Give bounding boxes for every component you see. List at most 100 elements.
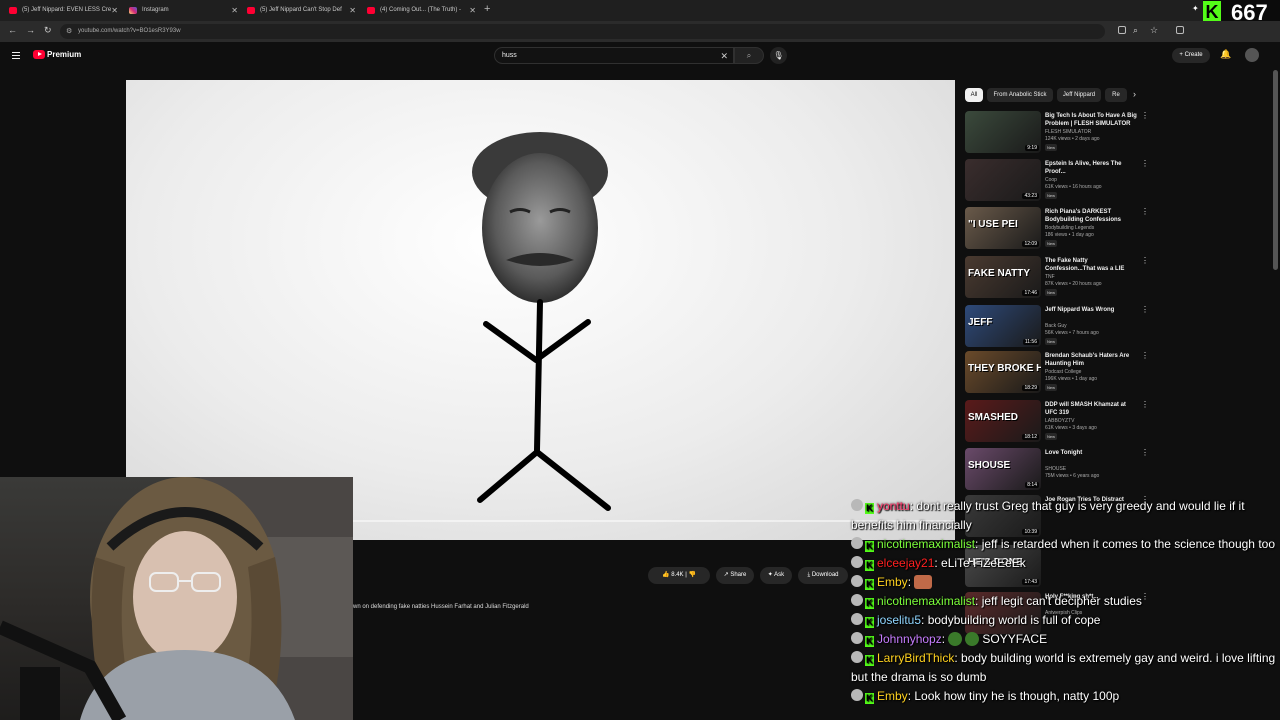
browser-tab[interactable]: Instagram ✕ — [122, 3, 240, 18]
browser-tab[interactable]: (5) Jeff Nippard: EVEN LESS Cre ✕ — [2, 3, 120, 18]
more-options-icon[interactable]: ⋮ — [1141, 351, 1149, 360]
video-title[interactable]: Rich Piana's DARKEST Bodybuilding Confes… — [1045, 208, 1139, 224]
page-scrollbar[interactable] — [1273, 70, 1278, 270]
clear-search-icon[interactable]: ✕ — [720, 48, 728, 64]
more-options-icon[interactable]: ⋮ — [1141, 111, 1149, 120]
like-dislike-button[interactable]: 👍 8.4K | 👎 — [648, 567, 710, 584]
video-thumbnail[interactable]: "I USE PEI 12:09 — [965, 207, 1041, 249]
youtube-logo-icon[interactable] — [33, 50, 45, 59]
chat-message: K Emby: — [848, 573, 1280, 592]
close-tab-icon[interactable]: ✕ — [469, 3, 476, 18]
chat-message: K Johnnyhopz: SOYYFACE — [848, 630, 1280, 649]
chat-username[interactable]: Emby — [877, 575, 908, 589]
channel-name: SHOUSE — [1045, 466, 1067, 472]
video-meta: 61K views • 16 hours ago — [1045, 184, 1102, 190]
chat-username[interactable]: Johnnyhopz — [877, 632, 942, 646]
video-title[interactable]: Love Tonight — [1045, 449, 1139, 457]
more-options-icon[interactable]: ⋮ — [1141, 159, 1149, 168]
browser-tab[interactable]: (5) Jeff Nippard Can't Stop Def ✕ — [240, 3, 358, 18]
extension-icon[interactable] — [1176, 26, 1184, 34]
channel-name: Coop — [1045, 177, 1057, 183]
more-options-icon[interactable]: ⋮ — [1141, 305, 1149, 314]
new-badge: New — [1045, 144, 1058, 151]
chat-username[interactable]: elceejay21 — [877, 556, 934, 570]
video-thumbnail[interactable]: 43:23 — [965, 159, 1041, 201]
video-title[interactable]: Brendan Schaub's Haters Are Haunting Him — [1045, 352, 1139, 368]
chip-all[interactable]: All — [965, 88, 983, 102]
recommended-video[interactable]: "I USE PEI 12:09 Rich Piana's DARKEST Body… — [965, 207, 1149, 251]
chat-username[interactable]: nicotinemaximalist — [877, 594, 975, 608]
ask-button[interactable]: ✦ Ask — [760, 567, 792, 584]
notifications-bell-icon[interactable]: 🔔 — [1220, 49, 1231, 60]
video-title[interactable]: The Fake Natty Confession...That was a L… — [1045, 257, 1139, 273]
search-icon: ⌕ — [746, 51, 752, 60]
more-options-icon[interactable]: ⋮ — [1141, 448, 1149, 457]
chat-username[interactable]: nicotinemaximalist — [877, 537, 975, 551]
video-thumbnail[interactable]: SMASHED 18:12 — [965, 400, 1041, 442]
recommended-video[interactable]: THEY BROKE HIM 18:29 Brendan Schaub's Hate… — [965, 351, 1149, 395]
chat-username[interactable]: yonttu — [877, 499, 910, 513]
video-title[interactable]: DDP will SMASH Khamzat at UFC 319 — [1045, 401, 1139, 417]
recommended-video[interactable]: FAKE NATTY 17:46 The Fake Natty Confession… — [965, 256, 1149, 300]
video-thumbnail[interactable]: 9:19 — [965, 111, 1041, 153]
share-button[interactable]: ↗ Share — [716, 567, 754, 584]
youtube-premium-label[interactable]: Premium — [47, 50, 81, 59]
forward-icon[interactable]: → — [26, 25, 35, 35]
close-tab-icon[interactable]: ✕ — [349, 3, 356, 18]
video-description[interactable]: wn on defending fake natties Hussein Far… — [353, 604, 529, 610]
hamburger-menu-icon[interactable] — [12, 52, 20, 59]
new-tab-icon[interactable]: + — [484, 3, 490, 15]
video-thumbnail[interactable]: FAKE NATTY 17:46 — [965, 256, 1041, 298]
kick-badge-icon: K — [865, 693, 874, 704]
create-button[interactable]: + Create — [1172, 48, 1210, 63]
recommended-video[interactable]: JEFF 11:56 Jeff Nippard Was Wrong Back Guy 5… — [965, 305, 1149, 349]
site-info-icon[interactable]: ⚙ — [66, 24, 72, 39]
video-thumbnail[interactable]: JEFF 11:56 — [965, 305, 1041, 347]
download-button[interactable]: ⤓ Download — [798, 567, 848, 584]
close-tab-icon[interactable]: ✕ — [111, 3, 118, 18]
emote-icon — [914, 575, 933, 589]
close-tab-icon[interactable]: ✕ — [231, 3, 238, 18]
video-title[interactable]: Big Tech Is About To Have A Big Problem … — [1045, 112, 1139, 128]
video-duration: 8:14 — [1025, 482, 1039, 488]
thumbs-down-icon: | 👎 — [685, 572, 696, 578]
url-bar[interactable]: ⚙ youtube.com/watch?v=BO1esR3Y93w — [60, 24, 1105, 39]
cast-icon[interactable] — [1118, 26, 1126, 34]
voice-search-button[interactable]: 🎙 — [770, 47, 787, 64]
chip-from-channel[interactable]: From Anabolic Stick — [987, 88, 1053, 102]
chat-username[interactable]: LarryBirdThick — [877, 651, 954, 665]
recommended-video[interactable]: 9:19 Big Tech Is About To Have A Big Prob… — [965, 111, 1149, 155]
video-title[interactable]: Epstein Is Alive, Heres The Proof... — [1045, 160, 1139, 176]
video-player[interactable] — [126, 80, 955, 540]
video-title[interactable]: Jeff Nippard Was Wrong — [1045, 306, 1139, 314]
video-thumbnail[interactable]: THEY BROKE HIM 18:29 — [965, 351, 1041, 393]
back-icon[interactable]: ← — [8, 25, 17, 35]
kick-badge-icon: K — [865, 636, 874, 647]
recommended-video[interactable]: SMASHED 18:12 DDP will SMASH Khamzat at UF… — [965, 400, 1149, 444]
video-thumbnail[interactable]: SHOUSE 8:14 — [965, 448, 1041, 490]
zoom-icon[interactable]: ⌕ — [1133, 25, 1138, 36]
chat-username[interactable]: joselitu5 — [877, 613, 921, 627]
search-input[interactable]: huss ✕ — [494, 47, 734, 64]
more-options-icon[interactable]: ⋮ — [1141, 207, 1149, 216]
stick-body — [534, 299, 543, 453]
video-duration: 43:23 — [1022, 193, 1039, 199]
chip-related[interactable]: Re — [1105, 88, 1127, 102]
more-options-icon[interactable]: ⋮ — [1141, 400, 1149, 409]
stick-legs — [477, 449, 611, 511]
recommended-video[interactable]: SHOUSE 8:14 Love Tonight SHOUSE 75M views • … — [965, 448, 1149, 492]
bookmark-star-icon[interactable]: ☆ — [1150, 25, 1158, 36]
account-avatar[interactable] — [1245, 48, 1259, 62]
chat-username[interactable]: Emby — [877, 689, 908, 703]
browser-tab[interactable]: (4) Coming Out... (The Truth) - ✕ — [360, 3, 478, 18]
more-options-icon[interactable]: ⋮ — [1141, 256, 1149, 265]
webcam-image — [0, 477, 353, 720]
kick-logo-icon: K — [1203, 1, 1221, 23]
chevron-right-icon[interactable]: › — [1133, 89, 1136, 99]
chip-jeff-nippard[interactable]: Jeff Nippard — [1057, 88, 1101, 102]
channel-name: Podcast College — [1045, 369, 1082, 375]
reload-icon[interactable]: ↻ — [44, 25, 52, 36]
search-button[interactable]: ⌕ — [734, 47, 764, 64]
recommended-video[interactable]: 43:23 Epstein Is Alive, Heres The Proof..… — [965, 159, 1149, 203]
video-duration: 9:19 — [1025, 145, 1039, 151]
